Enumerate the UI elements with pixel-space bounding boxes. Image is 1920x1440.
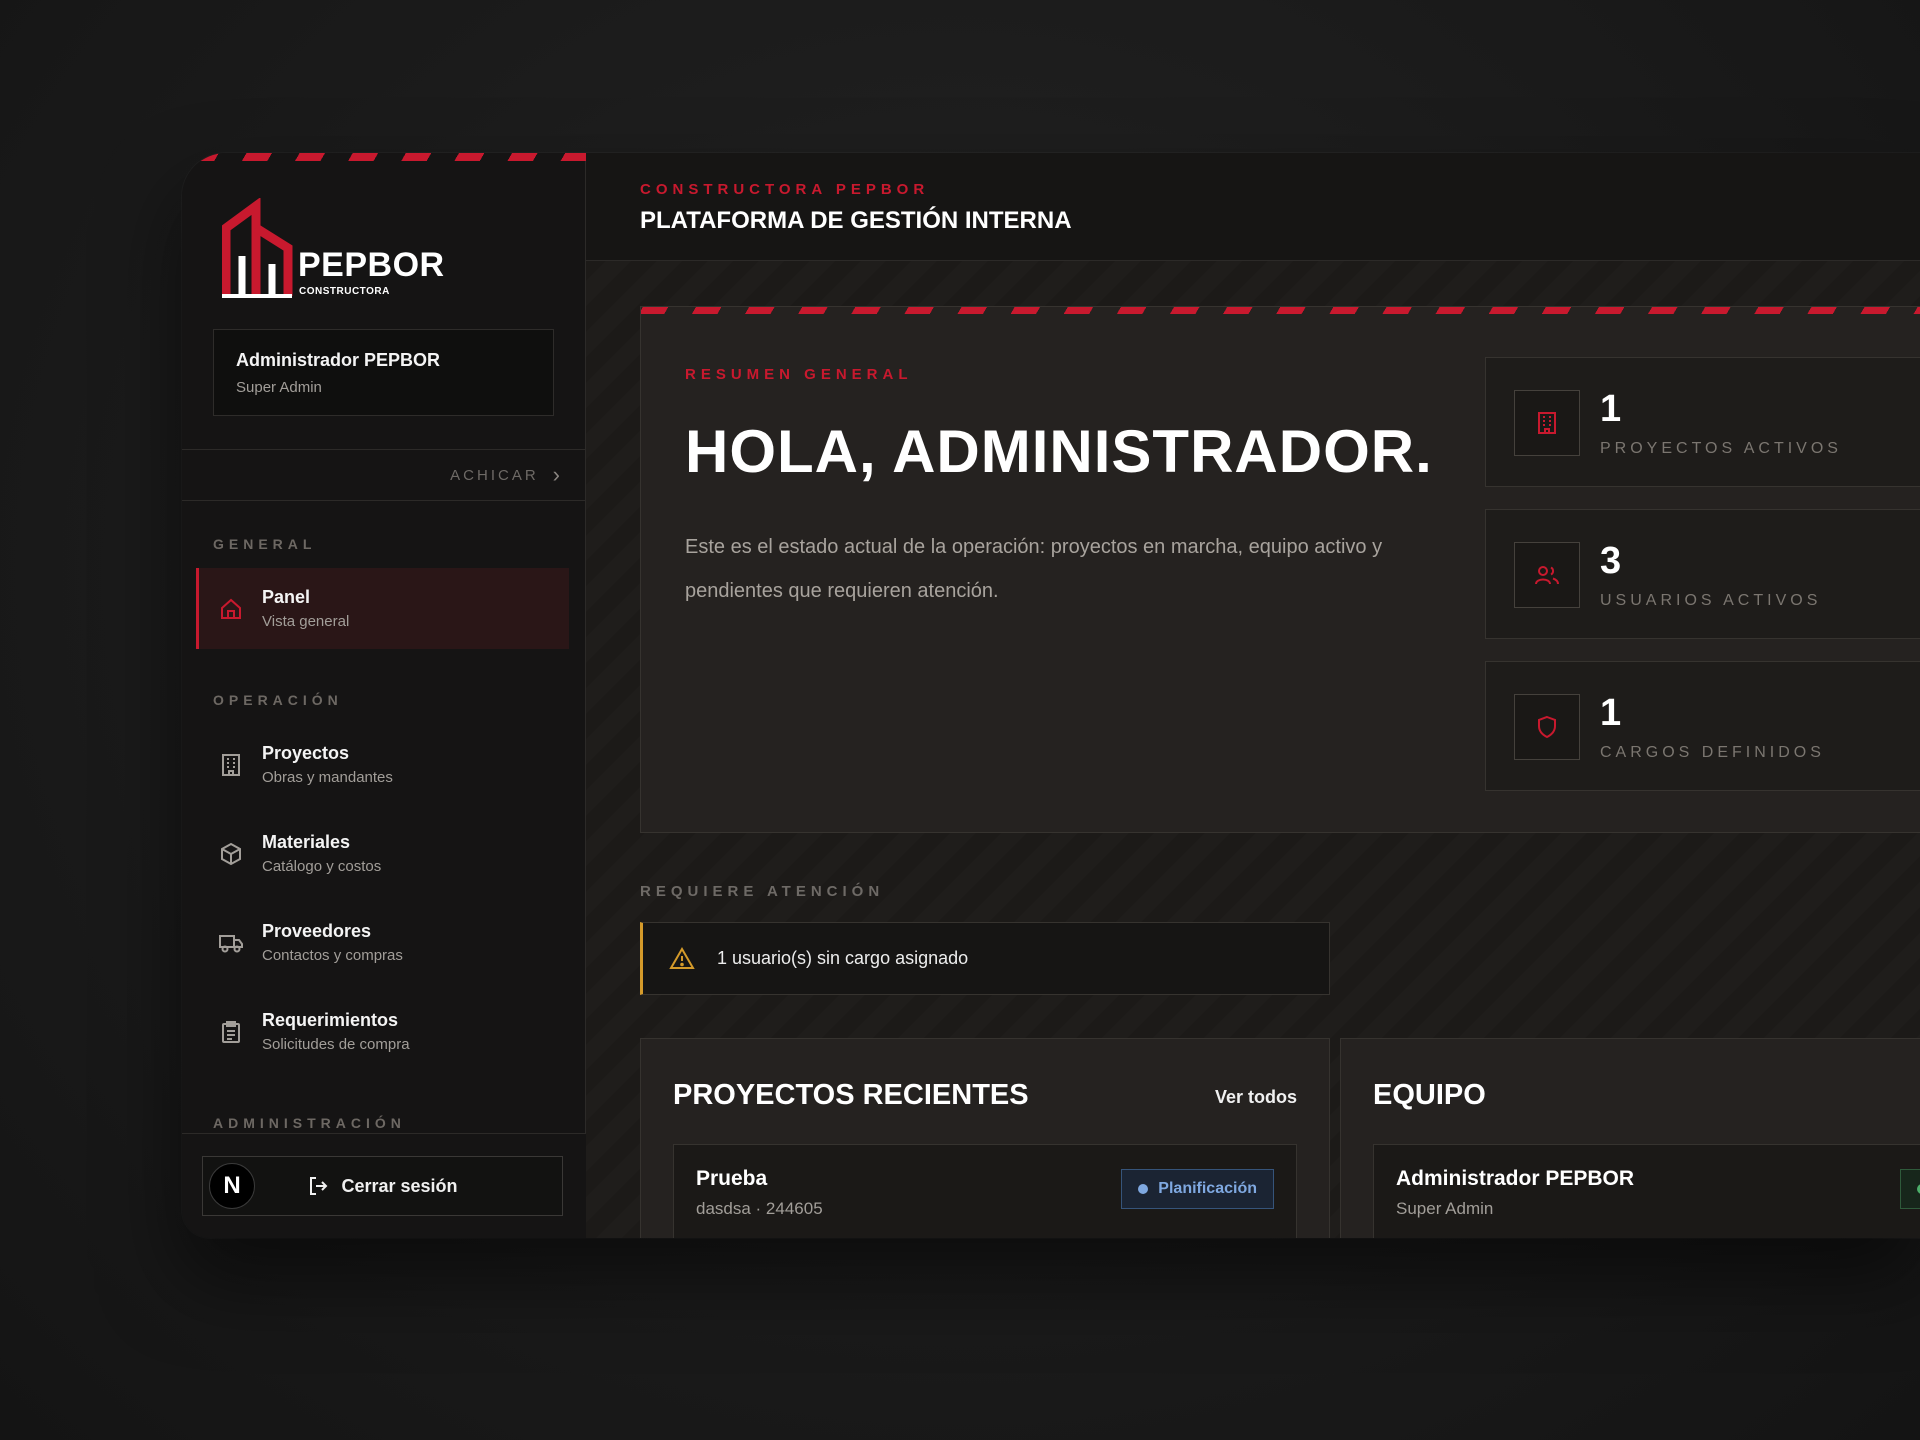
list-item[interactable]: Prueba dasdsa · 244605 Planificación (673, 1144, 1297, 1238)
status-label: Planificación (1158, 1180, 1257, 1197)
collapse-sidebar-button[interactable]: ACHICAR › (182, 449, 586, 501)
clipboard-icon (218, 1019, 244, 1045)
users-icon (1514, 542, 1580, 608)
brand-wordmark: PEPBOR (298, 246, 445, 284)
view-all-link[interactable]: Ver todos (1215, 1087, 1297, 1108)
header-kicker: CONSTRUCTORA PEPBOR (640, 181, 930, 198)
collapse-label: ACHICAR (450, 466, 539, 484)
list-item[interactable]: Administrador PEPBOR Super Admin A (1373, 1144, 1920, 1238)
logout-label: Cerrar sesión (341, 1175, 458, 1196)
sidebar-item-title: Requerimientos (262, 1010, 399, 1030)
stat-card-usuarios[interactable]: 3 USUARIOS ACTIVOS (1485, 509, 1920, 639)
user-name: Administrador PEPBOR (236, 350, 441, 370)
sidebar-item-title: Materiales (262, 832, 351, 852)
hero-description: Este es el estado actual de la operación… (685, 536, 1383, 602)
building-icon (1514, 390, 1580, 456)
sidebar-item-proveedores[interactable]: Proveedores Contactos y compras (196, 902, 569, 983)
hero-greeting: HOLA, ADMINISTRADOR. (685, 418, 1433, 485)
user-role: Super Admin (236, 379, 322, 396)
panel-title: PROYECTOS RECIENTES (673, 1079, 1029, 1111)
chevron-right-icon: › (552, 462, 560, 487)
hero-kicker: RESUMEN GENERAL (685, 366, 913, 383)
section-label-general: GENERAL (213, 536, 317, 552)
sidebar-item-subtitle: Obras y mandantes (262, 769, 393, 786)
brand-tagline: CONSTRUCTORA (299, 286, 390, 297)
section-label-operacion: OPERACIÓN (213, 692, 343, 708)
box-icon (218, 841, 244, 867)
stat-label: USUARIOS ACTIVOS (1600, 592, 1822, 609)
summary-hero: RESUMEN GENERAL HOLA, ADMINISTRADOR. Est… (640, 306, 1920, 833)
stat-card-proyectos[interactable]: 1 PROYECTOS ACTIVOS (1485, 357, 1920, 487)
status-dot-icon (1138, 1184, 1149, 1194)
sidebar-item-panel[interactable]: Panel Vista general (196, 568, 569, 649)
section-label-administracion: ADMINISTRACIÓN (213, 1115, 406, 1131)
status-badge: A (1900, 1169, 1920, 1209)
sidebar-item-subtitle: Catálogo y costos (262, 858, 382, 875)
hazard-stripe (182, 153, 586, 161)
recent-projects-panel: PROYECTOS RECIENTES Ver todos Prueba das… (640, 1038, 1330, 1238)
sidebar-item-subtitle: Solicitudes de compra (262, 1036, 410, 1053)
home-icon (218, 596, 244, 622)
avatar[interactable]: N (209, 1163, 255, 1209)
stat-card-cargos[interactable]: 1 CARGOS DEFINIDOS (1485, 661, 1920, 791)
brand-logo[interactable]: PEPBOR CONSTRUCTORA (222, 198, 452, 303)
stat-value: 3 (1600, 540, 1622, 582)
hazard-stripe (641, 307, 1920, 314)
warning-icon (669, 946, 695, 971)
stat-value: 1 (1600, 692, 1622, 734)
stat-label: PROYECTOS ACTIVOS (1600, 440, 1842, 457)
sidebar-item-subtitle: Contactos y compras (262, 947, 403, 964)
topbar: CONSTRUCTORA PEPBOR PLATAFORMA DE GESTIÓ… (586, 153, 1920, 261)
sidebar-item-subtitle: Vista general (262, 613, 350, 630)
attention-alert[interactable]: 1 usuario(s) sin cargo asignado (640, 922, 1330, 995)
shield-icon (1514, 694, 1580, 760)
team-panel: EQUIPO Administrador PEPBOR Super Admin … (1340, 1038, 1920, 1238)
member-role: Super Admin (1396, 1199, 1494, 1218)
stat-label: CARGOS DEFINIDOS (1600, 744, 1825, 761)
status-badge: Planificación (1121, 1169, 1274, 1209)
attention-label: REQUIERE ATENCIÓN (640, 883, 885, 900)
sidebar: PEPBOR CONSTRUCTORA Administrador PEPBOR… (182, 153, 586, 1238)
sidebar-item-requerimientos[interactable]: Requerimientos Solicitudes de compra (196, 991, 569, 1072)
truck-icon (218, 930, 244, 956)
sidebar-item-title: Panel (262, 587, 311, 607)
main-content: CONSTRUCTORA PEPBOR PLATAFORMA DE GESTIÓ… (586, 153, 1920, 1238)
stat-value: 1 (1600, 388, 1622, 430)
user-card[interactable]: Administrador PEPBOR Super Admin (213, 329, 554, 416)
logout-button[interactable]: N Cerrar sesión (202, 1156, 563, 1216)
sidebar-item-proyectos[interactable]: Proyectos Obras y mandantes (196, 724, 569, 805)
sidebar-item-title: Proyectos (262, 743, 350, 763)
sidebar-footer: N Cerrar sesión (182, 1133, 586, 1238)
app-window: PEPBOR CONSTRUCTORA Administrador PEPBOR… (182, 153, 1920, 1238)
logout-icon (307, 1175, 329, 1197)
page-title: PLATAFORMA DE GESTIÓN INTERNA (640, 207, 1072, 234)
building-icon (218, 752, 244, 778)
alert-text: 1 usuario(s) sin cargo asignado (717, 948, 969, 968)
sidebar-item-materiales[interactable]: Materiales Catálogo y costos (196, 813, 569, 894)
member-name: Administrador PEPBOR (1396, 1167, 1635, 1190)
panel-title: EQUIPO (1373, 1079, 1486, 1111)
sidebar-item-title: Proveedores (262, 921, 372, 941)
pepbor-building-icon (222, 198, 293, 298)
